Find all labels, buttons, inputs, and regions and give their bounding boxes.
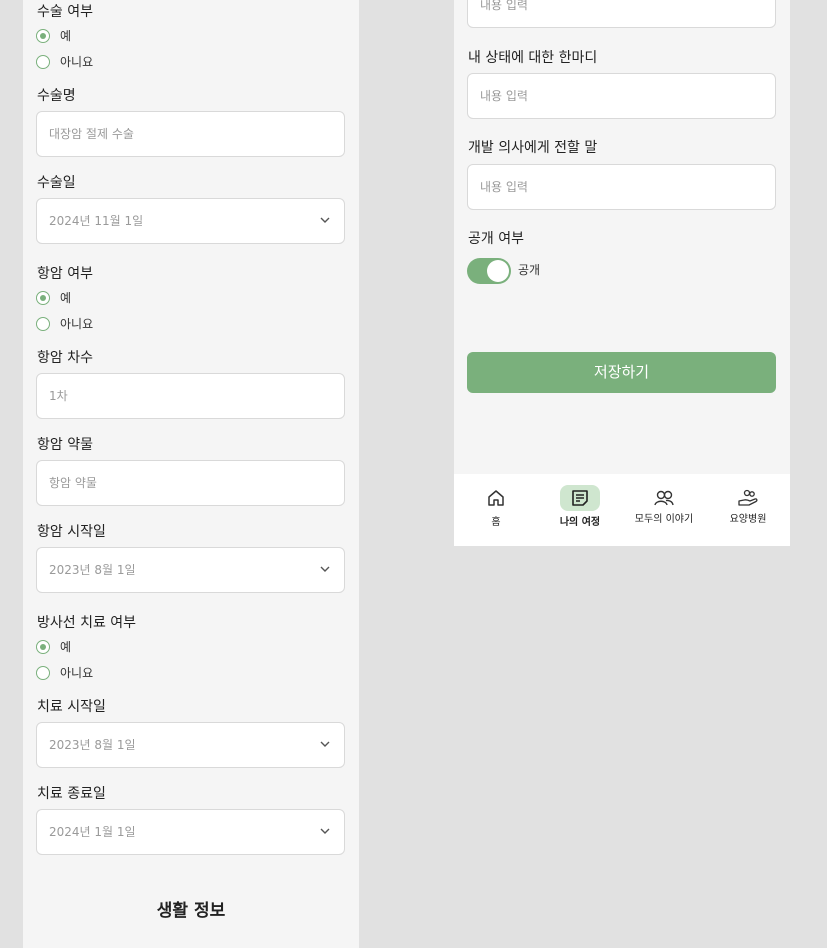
nav-item-everyone-story[interactable]: 모두의 이야기 xyxy=(622,474,706,546)
nav-label-care-hospital: 요양병원 xyxy=(729,514,767,525)
chemo-no-option[interactable]: 아니요 xyxy=(36,314,93,334)
nav-label-my-journey: 나의 여정 xyxy=(559,517,601,528)
public-toggle-text: 공개 xyxy=(518,263,541,277)
home-icon-wrap xyxy=(476,485,516,511)
care-hand-icon xyxy=(738,489,758,506)
chemo-yes-radio[interactable] xyxy=(36,291,50,305)
nav-label-home: 홈 xyxy=(491,517,501,528)
chemo-drug-input[interactable]: 항암 약물 xyxy=(36,460,345,506)
nav-item-my-journey[interactable]: 나의 여정 xyxy=(538,474,622,546)
chemo-drug-label: 항암 약물 xyxy=(37,437,93,453)
chemo-no-radio[interactable] xyxy=(36,317,50,331)
status-input[interactable]: 내용 입력 xyxy=(467,73,776,119)
chemo-yes-option[interactable]: 예 xyxy=(36,288,71,308)
radiation-yes-radio[interactable] xyxy=(36,640,50,654)
surgery-name-value: 대장암 절제 수술 xyxy=(49,127,134,141)
chemo-start-label: 항암 시작일 xyxy=(37,524,106,540)
surgery-no-radio[interactable] xyxy=(36,55,50,69)
radiation-no-text: 아니요 xyxy=(60,666,94,680)
life-section-title: 생활 정보 xyxy=(156,901,226,921)
content-input-top[interactable]: 내용 입력 xyxy=(467,0,776,28)
nav-label-everyone-story: 모두의 이야기 xyxy=(634,514,694,525)
radiation-yes-text: 예 xyxy=(60,640,72,654)
treat-start-select[interactable]: 2023년 8월 1일 xyxy=(36,722,345,768)
chemo-round-label: 항암 차수 xyxy=(37,350,93,366)
home-icon xyxy=(488,490,504,506)
journey-form-panel: 내용 입력 내 상태에 대한 한마디 내용 입력 개발 의사에게 전할 말 내용… xyxy=(454,0,790,474)
chemo-yes-text: 예 xyxy=(60,291,72,305)
radiation-no-radio[interactable] xyxy=(36,666,50,680)
chemo-round-input[interactable]: 1차 xyxy=(36,373,345,419)
radiation-yes-option[interactable]: 예 xyxy=(36,637,71,657)
care-hand-icon-wrap xyxy=(728,485,768,511)
doctor-message-value: 내용 입력 xyxy=(480,180,528,194)
toggle-knob xyxy=(487,260,509,282)
nav-item-care-hospital[interactable]: 요양병원 xyxy=(706,474,790,546)
doctor-message-label: 개발 의사에게 전할 말 xyxy=(468,140,598,156)
people-icon xyxy=(654,490,674,506)
note-icon-wrap xyxy=(560,485,600,511)
content-input-top-value: 내용 입력 xyxy=(480,0,528,12)
treat-start-label: 치료 시작일 xyxy=(37,699,106,715)
chevron-down-icon xyxy=(320,828,330,834)
chevron-down-icon xyxy=(320,217,330,223)
surgery-name-label: 수술명 xyxy=(37,88,76,104)
surgery-yes-option[interactable]: 예 xyxy=(36,26,71,46)
public-toggle[interactable] xyxy=(467,258,511,284)
nav-item-home[interactable]: 홈 xyxy=(454,474,538,546)
surgery-no-text: 아니요 xyxy=(60,55,94,69)
note-icon xyxy=(572,490,588,506)
doctor-message-input[interactable]: 내용 입력 xyxy=(467,164,776,210)
status-input-value: 내용 입력 xyxy=(480,89,528,103)
surgery-date-label: 수술일 xyxy=(37,175,76,191)
treatment-form-panel: 수술 여부 예 아니요 수술명 대장암 절제 수술 수술일 2024년 11월 … xyxy=(23,0,359,948)
radiation-label: 방사선 치료 여부 xyxy=(37,615,137,631)
surgery-yes-radio[interactable] xyxy=(36,29,50,43)
chevron-down-icon xyxy=(320,741,330,747)
treat-end-label: 치료 종료일 xyxy=(37,786,106,802)
radiation-no-option[interactable]: 아니요 xyxy=(36,663,93,683)
surgery-date-value: 2024년 11월 1일 xyxy=(49,214,144,228)
treat-end-value: 2024년 1월 1일 xyxy=(49,825,136,839)
treat-start-value: 2023년 8월 1일 xyxy=(49,738,136,752)
people-icon-wrap xyxy=(644,485,684,511)
chevron-down-icon xyxy=(320,566,330,572)
surgery-name-input[interactable]: 대장암 절제 수술 xyxy=(36,111,345,157)
chemo-round-value: 1차 xyxy=(49,389,68,403)
chemo-label: 항암 여부 xyxy=(37,266,93,282)
surgery-yes-text: 예 xyxy=(60,29,72,43)
chemo-no-text: 아니요 xyxy=(60,317,94,331)
bottom-nav: 홈 나의 여정 모두의 이야기 요양병원 xyxy=(454,474,790,546)
chemo-start-select[interactable]: 2023년 8월 1일 xyxy=(36,547,345,593)
chemo-start-value: 2023년 8월 1일 xyxy=(49,563,136,577)
status-label: 내 상태에 대한 한마디 xyxy=(468,50,598,66)
public-label: 공개 여부 xyxy=(468,231,524,247)
surgery-date-select[interactable]: 2024년 11월 1일 xyxy=(36,198,345,244)
treat-end-select[interactable]: 2024년 1월 1일 xyxy=(36,809,345,855)
chemo-drug-value: 항암 약물 xyxy=(49,476,97,490)
surgery-no-option[interactable]: 아니요 xyxy=(36,52,93,72)
save-button[interactable]: 저장하기 xyxy=(467,352,776,393)
surgery-label: 수술 여부 xyxy=(37,4,93,20)
